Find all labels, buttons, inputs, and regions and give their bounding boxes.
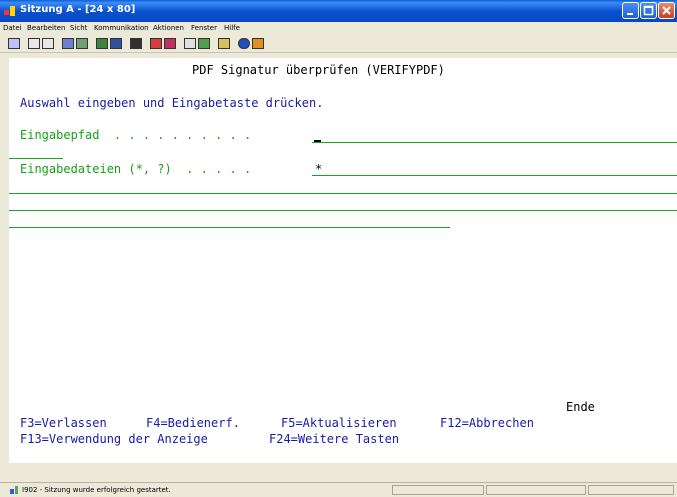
menu-kommunikation[interactable]: Kommunikation xyxy=(94,24,149,32)
continuation-field-2[interactable] xyxy=(9,210,677,211)
fkey-f4[interactable]: F4=Bedienerf. xyxy=(146,416,240,430)
globe-icon[interactable] xyxy=(238,38,250,49)
status-text: I902 - Sitzung wurde erfolgreich gestart… xyxy=(22,486,171,494)
status-bar: I902 - Sitzung wurde erfolgreich gestart… xyxy=(0,482,677,497)
disconnect-icon[interactable] xyxy=(198,38,210,49)
terminal-screen[interactable]: PDF Signatur überprüfen (VERIFYPDF) Ausw… xyxy=(9,58,677,463)
input-files-field[interactable] xyxy=(312,175,677,176)
fkey-f5[interactable]: F5=Aktualisieren xyxy=(281,416,397,430)
maximize-icon xyxy=(643,5,654,16)
macro-play-icon[interactable] xyxy=(150,38,162,49)
help-icon[interactable] xyxy=(252,38,264,49)
display-icon[interactable] xyxy=(96,38,108,49)
record-macro-icon[interactable] xyxy=(130,38,142,49)
field-separator xyxy=(9,158,63,159)
close-icon xyxy=(662,6,671,15)
menu-hilfe[interactable]: Hilfe xyxy=(224,24,240,32)
menu-datei[interactable]: Datei xyxy=(3,24,22,32)
status-panel-3 xyxy=(588,485,674,495)
cursor xyxy=(314,140,321,142)
status-panel-1 xyxy=(392,485,484,495)
input-path-field[interactable] xyxy=(312,142,677,143)
status-panel-2 xyxy=(486,485,586,495)
title-bar: Sitzung A - [24 x 80] xyxy=(0,0,677,22)
session-icon xyxy=(4,6,15,16)
customize-icon[interactable] xyxy=(218,38,230,49)
input-path-label: Eingabepfad . . . . . . . . . . xyxy=(20,128,252,142)
continuation-field-1[interactable] xyxy=(9,193,677,194)
fkey-f24[interactable]: F24=Weitere Tasten xyxy=(269,432,399,446)
menu-bar: Datei Bearbeiten Sicht Kommunikation Akt… xyxy=(0,22,677,35)
fkey-f12[interactable]: F12=Abbrechen xyxy=(440,416,534,430)
window-title: Sitzung A - [24 x 80] xyxy=(20,4,136,15)
minimize-button[interactable] xyxy=(622,2,639,19)
maximize-button[interactable] xyxy=(640,2,657,19)
screen-header: PDF Signatur überprüfen (VERIFYPDF) xyxy=(192,63,445,77)
send-file-icon[interactable] xyxy=(62,38,74,49)
menu-fenster[interactable]: Fenster xyxy=(191,24,217,32)
fkey-f13[interactable]: F13=Verwendung der Anzeige xyxy=(20,432,208,446)
fkey-f3[interactable]: F3=Verlassen xyxy=(20,416,107,430)
input-files-label: Eingabedateien (*, ?) . . . . . xyxy=(20,162,252,176)
menu-aktionen[interactable]: Aktionen xyxy=(153,24,184,32)
receive-file-icon[interactable] xyxy=(76,38,88,49)
print-screen-icon[interactable] xyxy=(8,38,20,49)
macro-stop-icon[interactable] xyxy=(164,38,176,49)
instruction-text: Auswahl eingeben und Eingabetaste drücke… xyxy=(20,96,324,110)
minimize-icon xyxy=(627,13,633,15)
menu-bearbeiten[interactable]: Bearbeiten xyxy=(27,24,65,32)
end-indicator: Ende xyxy=(566,400,595,414)
paste-icon[interactable] xyxy=(42,38,54,49)
menu-sicht[interactable]: Sicht xyxy=(70,24,87,32)
connect-icon[interactable] xyxy=(184,38,196,49)
continuation-field-3[interactable] xyxy=(9,227,450,228)
close-button[interactable] xyxy=(658,2,675,19)
keyboard-icon[interactable] xyxy=(110,38,122,49)
copy-icon[interactable] xyxy=(28,38,40,49)
input-files-value: * xyxy=(315,162,323,176)
session-status-icon xyxy=(10,486,18,494)
toolbar xyxy=(0,35,677,53)
